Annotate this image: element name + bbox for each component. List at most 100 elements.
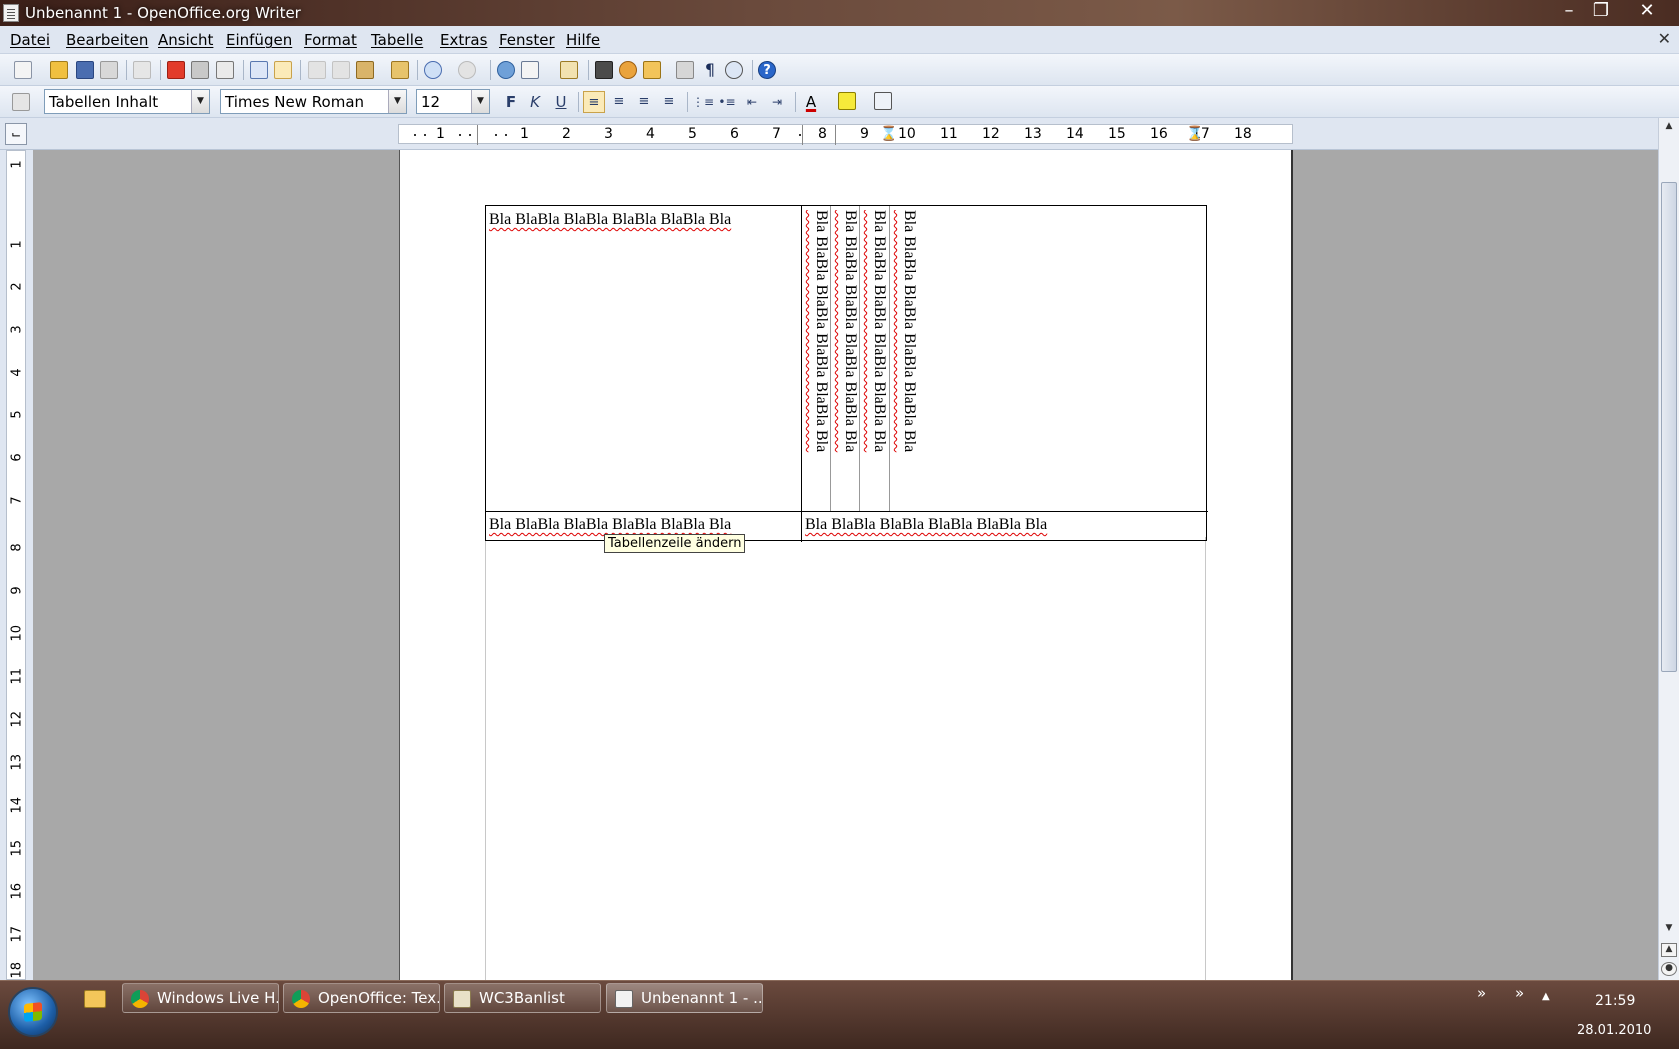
bullets-icon[interactable]: •≡: [716, 91, 738, 113]
align-center-icon[interactable]: ≡: [608, 91, 630, 113]
copy-icon[interactable]: [332, 61, 350, 79]
find-replace-icon[interactable]: [595, 61, 613, 79]
menu-extras[interactable]: Extras: [440, 31, 487, 49]
explorer-icon[interactable]: [84, 990, 106, 1008]
help-icon[interactable]: ?: [758, 61, 776, 79]
background-color-icon[interactable]: [874, 92, 892, 110]
clock-date[interactable]: 28.01.2010: [1577, 1023, 1651, 1038]
draw-functions-icon[interactable]: [560, 61, 578, 79]
font-color-icon[interactable]: A: [800, 91, 822, 113]
previous-page-icon[interactable]: ▲: [1661, 943, 1677, 957]
table-icon[interactable]: [521, 61, 539, 79]
paragraph-style-value: Tabellen Inhalt: [49, 93, 159, 111]
formatting-marks-icon[interactable]: ¶: [701, 61, 719, 79]
table-cell-text[interactable]: Bla BlaBla BlaBla BlaBla BlaBla Bla: [489, 516, 731, 534]
increase-indent-icon[interactable]: ⇥: [766, 91, 788, 113]
ruler-number: 13: [9, 753, 25, 771]
gallery-icon[interactable]: [643, 61, 661, 79]
edit-file-icon[interactable]: [133, 61, 151, 79]
show-hidden-icons-icon[interactable]: ▲: [1542, 991, 1550, 1002]
menu-fenster[interactable]: Fenster: [499, 31, 555, 49]
separator: [490, 60, 491, 80]
clock-time[interactable]: 21:59: [1595, 993, 1635, 1009]
export-pdf-icon[interactable]: [167, 61, 185, 79]
font-name-select[interactable]: Times New Roman ▼: [220, 89, 407, 114]
chevron-down-icon[interactable]: ▼: [191, 90, 209, 113]
close-document-icon[interactable]: ✕: [1658, 29, 1671, 48]
vertical-scrollbar[interactable]: ▲ ▼ ▲ ●: [1658, 118, 1679, 980]
numbering-icon[interactable]: ⋮≡: [692, 91, 714, 113]
highlighting-icon[interactable]: [838, 92, 856, 110]
paragraph-style-select[interactable]: Tabellen Inhalt ▼: [44, 89, 210, 114]
vertical-cell-text[interactable]: Bla BlaBla BlaBla BlaBla BlaBla Bla: [890, 210, 918, 488]
column-marker[interactable]: [802, 125, 803, 145]
taskbar-button-windows-live[interactable]: Windows Live H...: [122, 983, 279, 1013]
menu-bearbeiten[interactable]: Bearbeiten: [66, 31, 148, 49]
decrease-indent-icon[interactable]: ⇤: [741, 91, 763, 113]
tab-stop-selector[interactable]: ⌙: [5, 123, 27, 145]
vertical-cell-text[interactable]: Bla BlaBla BlaBla BlaBla BlaBla Bla: [860, 210, 888, 488]
column-marker[interactable]: [835, 125, 836, 145]
open-folder-icon[interactable]: [50, 61, 68, 79]
autospellcheck-icon[interactable]: [274, 61, 292, 79]
vertical-cell-text[interactable]: Bla BlaBla BlaBla BlaBla BlaBla Bla: [831, 210, 859, 488]
bold-icon[interactable]: F: [500, 91, 522, 113]
menu-datei[interactable]: Datei: [10, 31, 50, 49]
navigation-icon[interactable]: ●: [1661, 962, 1677, 976]
justify-icon[interactable]: ≡: [658, 91, 680, 113]
menu-ansicht[interactable]: Ansicht: [158, 31, 213, 49]
spellcheck-icon[interactable]: [250, 61, 268, 79]
horizontal-ruler[interactable]: 1 1 2 3 4 5 6 7 8 9 10 11 12 13 14 15 16…: [398, 124, 1293, 145]
align-left-icon[interactable]: ≡: [583, 91, 605, 113]
minimize-button[interactable]: –: [1552, 0, 1586, 24]
undo-icon[interactable]: [424, 61, 442, 79]
left-indent-marker[interactable]: [477, 125, 478, 145]
menu-format[interactable]: Format: [304, 31, 357, 49]
redo-icon[interactable]: [458, 61, 476, 79]
chevron-down-icon[interactable]: ▼: [388, 90, 406, 113]
save-icon[interactable]: [76, 61, 94, 79]
page-preview-icon[interactable]: [216, 61, 234, 79]
vertical-ruler[interactable]: 1 1 2 3 4 5 6 7 8 9 10 11 12 13 14 15 16…: [6, 150, 26, 980]
toolbar-overflow-icon[interactable]: »: [1515, 984, 1524, 1002]
data-sources-icon[interactable]: [676, 61, 694, 79]
document-table[interactable]: Bla BlaBla BlaBla BlaBla BlaBla Bla Bla …: [485, 205, 1208, 542]
start-button[interactable]: [8, 987, 58, 1037]
right-indent-hourglass-icon[interactable]: ⌛: [1186, 127, 1203, 141]
cut-icon[interactable]: [308, 61, 326, 79]
align-right-icon[interactable]: ≡: [633, 91, 655, 113]
format-paintbrush-icon[interactable]: [391, 61, 409, 79]
taskbar-button-openoffice-forum[interactable]: OpenOffice: Tex...: [283, 983, 440, 1013]
restore-button[interactable]: ❐: [1584, 0, 1618, 24]
ruler-tick: [459, 134, 461, 136]
email-icon[interactable]: [100, 61, 118, 79]
styles-formatting-icon[interactable]: [12, 93, 30, 111]
underline-icon[interactable]: U: [550, 91, 572, 113]
menu-einfuegen[interactable]: Einfügen: [226, 31, 292, 49]
font-size-select[interactable]: 12 ▼: [416, 89, 490, 114]
table-cell-text[interactable]: Bla BlaBla BlaBla BlaBla BlaBla Bla: [805, 516, 1047, 534]
hyperlink-icon[interactable]: [497, 61, 515, 79]
taskbar-button-writer[interactable]: Unbenannt 1 - ...: [606, 983, 763, 1013]
ruler-number: 16: [9, 882, 25, 900]
indent-hourglass-icon[interactable]: ⌛: [880, 127, 897, 141]
vertical-cell-text[interactable]: Bla BlaBla BlaBla BlaBla BlaBla Bla: [802, 210, 830, 488]
menu-tabelle[interactable]: Tabelle: [371, 31, 423, 49]
scroll-down-icon[interactable]: ▼: [1661, 923, 1677, 937]
table-cell-text[interactable]: Bla BlaBla BlaBla BlaBla BlaBla Bla: [489, 211, 731, 229]
scroll-up-icon[interactable]: ▲: [1661, 121, 1677, 135]
new-document-icon[interactable]: [14, 61, 32, 79]
toolbar-overflow-icon[interactable]: »: [1477, 984, 1486, 1002]
table-row-border[interactable]: [486, 511, 1208, 512]
paste-icon[interactable]: [356, 61, 374, 79]
italic-icon[interactable]: K: [524, 91, 546, 113]
ruler-number: 15: [1108, 126, 1126, 142]
zoom-icon[interactable]: [725, 61, 743, 79]
print-icon[interactable]: [191, 61, 209, 79]
chevron-down-icon[interactable]: ▼: [471, 90, 489, 113]
scrollbar-thumb[interactable]: [1661, 182, 1677, 672]
close-button[interactable]: ✕: [1630, 0, 1664, 24]
navigator-icon[interactable]: [619, 61, 637, 79]
menu-hilfe[interactable]: Hilfe: [566, 31, 600, 49]
taskbar-button-wc3banlist[interactable]: WC3Banlist: [444, 983, 601, 1013]
